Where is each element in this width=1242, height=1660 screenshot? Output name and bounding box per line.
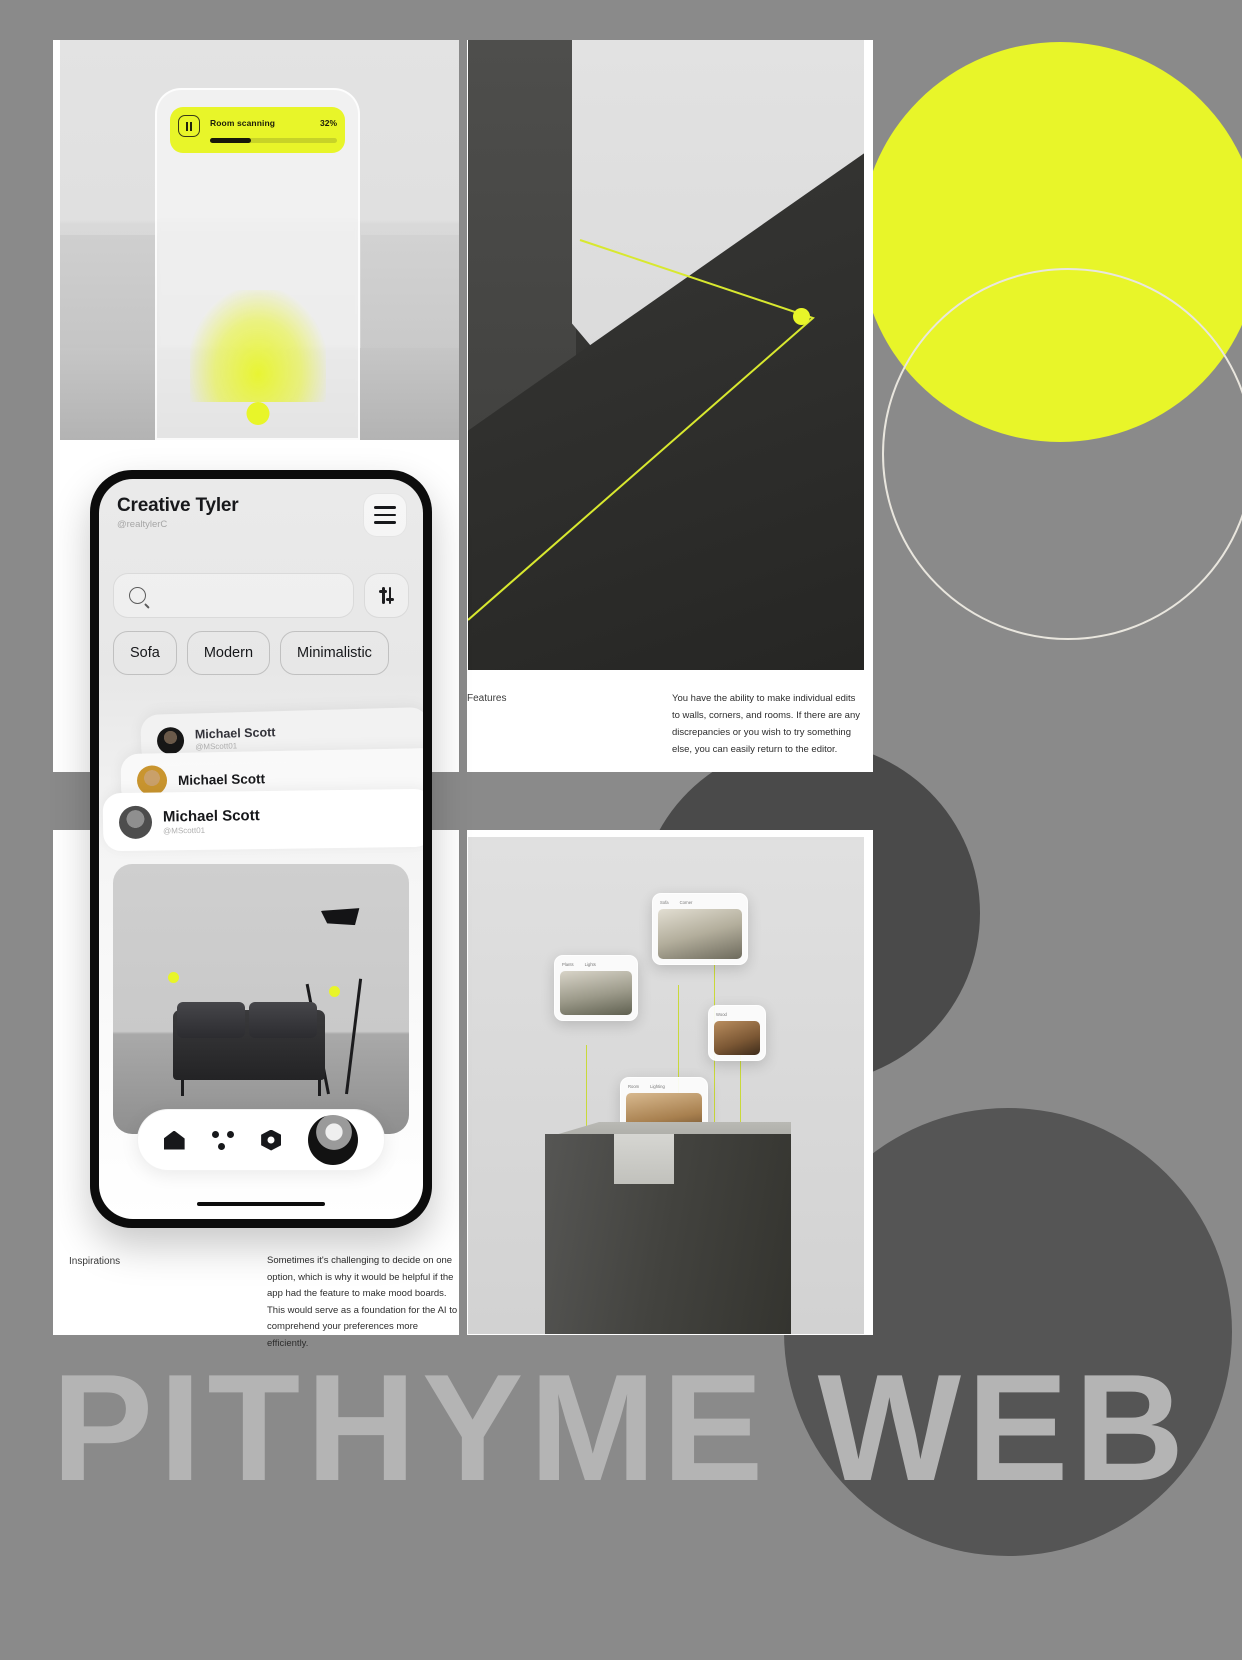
board-tab-a: Wood <box>716 1012 727 1017</box>
filter-chips-row: Sofa Modern Minimalistic <box>113 631 409 675</box>
board-card[interactable]: Wood <box>708 1005 766 1061</box>
measure-anchor-dot[interactable] <box>329 986 340 997</box>
search-icon <box>129 587 146 604</box>
features-body-text: You have the ability to make individual … <box>672 693 860 755</box>
brand-wordmark: PITHYME WEB <box>51 1343 1191 1513</box>
list-item-handle: @MScott01 <box>195 741 238 752</box>
pause-icon[interactable] <box>178 115 200 137</box>
board-tab-b: Corner <box>679 900 693 905</box>
list-item-name: Michael Scott <box>177 770 266 788</box>
gear-icon[interactable] <box>261 1129 282 1151</box>
phone-mockup: Creative Tyler @realtylerC Sofa Modern M… <box>90 470 432 1228</box>
scan-status-label: Room scanning <box>210 118 276 128</box>
board-thumbnail <box>658 909 742 959</box>
board-card-tabs: Wood <box>714 1012 760 1017</box>
lamp-pole <box>345 978 363 1095</box>
scan-progress-track <box>210 138 337 143</box>
home-icon[interactable] <box>163 1130 185 1150</box>
sofa-preview-image[interactable] <box>113 864 409 1134</box>
scan-progress-percent: 32% <box>319 118 337 128</box>
phone-screen: Creative Tyler @realtylerC Sofa Modern M… <box>99 479 423 1219</box>
page-title: Creative Tyler <box>117 495 239 516</box>
scan-beam-glow <box>189 290 326 402</box>
board-tab-b: Lighting <box>650 1084 665 1089</box>
scan-progress-fill <box>210 138 251 143</box>
avatar <box>118 805 153 839</box>
user-handle: @realtylerC <box>117 519 168 530</box>
dots-grid-icon[interactable] <box>211 1130 234 1150</box>
scan-anchor-dot <box>246 402 269 425</box>
list-item-name: Michael Scott <box>194 725 276 742</box>
board-tab-a: Sofa <box>660 900 669 905</box>
slider-stem <box>379 587 387 604</box>
filter-chip-sofa[interactable]: Sofa <box>113 631 177 675</box>
slider-stem <box>386 587 393 604</box>
board-card-tabs: Room Lighting <box>626 1084 702 1089</box>
board-card-tabs: Sofa Corner <box>658 900 742 905</box>
board-card-tabs: Plants Lights <box>560 962 632 967</box>
sofa-cushion-left <box>177 1002 245 1038</box>
scan-progress-pill: Room scanning 32% <box>170 107 345 153</box>
room-scanning-panel: Room scanning 32% <box>60 40 459 440</box>
board-tab-a: Plants <box>562 962 574 967</box>
board-card[interactable]: Plants Lights <box>554 955 638 1021</box>
sofa-leg <box>318 1080 321 1096</box>
hamburger-menu-icon[interactable] <box>363 493 407 537</box>
mood-boards-panel: Plants Lights Sofa Corner Wood Room Ligh… <box>468 837 864 1334</box>
plinth-notch <box>614 1134 674 1184</box>
board-tab-a: Room <box>628 1084 640 1089</box>
board-card[interactable]: Sofa Corner <box>652 893 748 965</box>
outline-circle-decoration <box>882 268 1242 640</box>
home-indicator <box>197 1201 325 1206</box>
search-row <box>113 573 409 618</box>
avatar <box>136 765 168 796</box>
scanning-phone-overlay: Room scanning 32% <box>155 88 360 440</box>
bottom-navigation-bar <box>137 1109 385 1171</box>
inspirations-body-text: Sometimes it's challenging to decide on … <box>267 1255 458 1349</box>
sliders-icon[interactable] <box>364 573 409 618</box>
features-label: Features <box>467 693 507 704</box>
sofa-leg <box>181 1080 184 1096</box>
corner-vertex-dot[interactable] <box>793 308 810 325</box>
sofa-cushion-right <box>249 1002 317 1038</box>
board-thumbnail <box>560 971 632 1015</box>
board-thumbnail <box>714 1021 760 1055</box>
corner-edit-panel <box>468 40 864 670</box>
lamp-head <box>321 902 363 933</box>
filter-chip-modern[interactable]: Modern <box>186 631 271 675</box>
search-input[interactable] <box>113 573 354 618</box>
list-item-handle: @MScott01 <box>163 825 206 835</box>
inspirations-label: Inspirations <box>69 1256 121 1267</box>
avatar <box>156 726 185 755</box>
list-item-name: Michael Scott <box>162 806 260 825</box>
measure-anchor-dot[interactable] <box>168 972 179 983</box>
filter-chip-minimalistic[interactable]: Minimalistic <box>280 631 389 675</box>
list-item[interactable]: Michael Scott @MScott01 <box>102 788 423 852</box>
board-tab-b: Lights <box>584 962 596 967</box>
profile-avatar[interactable] <box>308 1115 359 1165</box>
